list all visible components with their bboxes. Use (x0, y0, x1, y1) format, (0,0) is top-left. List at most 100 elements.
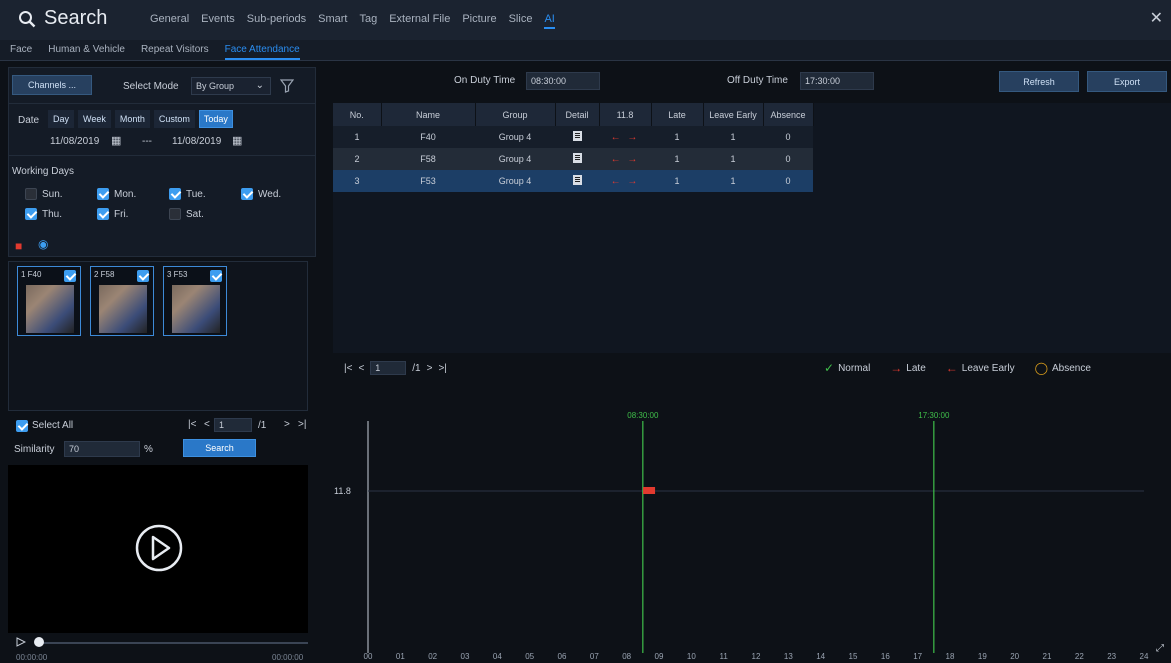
start-date[interactable]: 11/08/2019 (50, 136, 99, 147)
day-option-mon[interactable]: Mon. (97, 188, 136, 200)
subtab-face-attendance[interactable]: Face Attendance (224, 44, 300, 60)
cell-detail[interactable] (555, 148, 599, 170)
day-checkbox[interactable] (25, 208, 37, 220)
filter-icon[interactable] (280, 79, 294, 93)
date-tab-custom[interactable]: Custom (153, 110, 195, 128)
column-header[interactable]: Leave Early (703, 103, 764, 126)
tab-external-file[interactable]: External File (389, 13, 450, 29)
progress-bar[interactable] (38, 642, 308, 644)
play-small-icon[interactable] (16, 637, 26, 647)
date-tab-day[interactable]: Day (48, 110, 75, 128)
date-tab-week[interactable]: Week (78, 110, 111, 128)
select-all-checkbox[interactable] (16, 420, 28, 432)
search-button[interactable]: Search (183, 439, 256, 457)
page-input[interactable]: 1 (370, 361, 407, 375)
table-row[interactable]: 3 F53 Group 4 ← → 1 1 0 (333, 170, 813, 192)
export-button[interactable]: Export (1087, 71, 1167, 92)
last-page-icon[interactable]: >| (298, 419, 306, 430)
next-page-icon[interactable]: > (284, 419, 290, 430)
attendance-table: No. Name Group Detail 11.8 Late Leave Early Abs… (333, 103, 814, 192)
face-page-input[interactable]: 1 (214, 418, 252, 432)
day-checkbox[interactable] (25, 188, 37, 200)
day-option-wed[interactable]: Wed. (241, 188, 281, 200)
date-tab-today[interactable]: Today (198, 110, 233, 128)
next-page-icon[interactable]: > (427, 363, 433, 374)
subtab-human-vehicle[interactable]: Human & Vehicle (48, 44, 125, 60)
similarity-input[interactable]: 70 (64, 441, 140, 457)
column-header[interactable]: Detail (555, 103, 600, 126)
day-checkbox[interactable] (97, 188, 109, 200)
face-checkbox[interactable] (64, 270, 76, 282)
table-row[interactable]: 2 F58 Group 4 ← → 1 1 0 (333, 148, 813, 170)
cell-late: 1 (651, 126, 703, 148)
column-header[interactable]: 11.8 (599, 103, 652, 126)
circle-icon: ◯ (1034, 361, 1049, 375)
close-icon[interactable]: ✕ (1150, 8, 1163, 28)
day-option-fri[interactable]: Fri. (97, 208, 128, 220)
date-tab-month[interactable]: Month (114, 110, 150, 128)
refresh-button[interactable]: Refresh (999, 71, 1079, 92)
detail-icon[interactable] (572, 153, 582, 163)
first-page-icon[interactable]: |< (188, 419, 196, 430)
cell-detail[interactable] (555, 126, 599, 148)
target-icon[interactable]: ◉ (38, 237, 48, 251)
day-option-sun[interactable]: Sun. (25, 188, 63, 200)
play-icon[interactable] (134, 523, 184, 573)
calendar-icon[interactable]: ▦ (111, 134, 121, 147)
face-card[interactable]: 2 F58 (90, 266, 154, 336)
column-header[interactable]: No. (333, 103, 382, 126)
table-row[interactable]: 1 F40 Group 4 ← → 1 1 0 (333, 126, 813, 148)
prev-page-icon[interactable]: < (358, 363, 364, 374)
day-option-thu[interactable]: Thu. (25, 208, 62, 220)
delete-icon[interactable]: ■ (15, 239, 22, 253)
day-option-sat[interactable]: Sat. (169, 208, 204, 220)
tab-slice[interactable]: Slice (509, 13, 533, 29)
last-page-icon[interactable]: >| (438, 363, 446, 374)
legend-label: Leave Early (961, 362, 1015, 374)
cell-group: Group 4 (475, 170, 555, 192)
tab-events[interactable]: Events (201, 13, 235, 29)
cell-day-status: ← → (599, 148, 651, 170)
detail-icon[interactable] (572, 175, 582, 185)
channels-button[interactable]: Channels ... (12, 75, 92, 95)
tab-tag[interactable]: Tag (359, 13, 377, 29)
face-checkbox[interactable] (210, 270, 222, 282)
column-header[interactable]: Group (475, 103, 556, 126)
on-duty-input[interactable]: 08:30:00 (526, 72, 600, 90)
left-panel: Channels ... Select Mode By Group ⌄ Date… (8, 67, 316, 663)
column-header[interactable]: Late (651, 103, 704, 126)
column-header[interactable]: Name (381, 103, 476, 126)
select-mode-label: Select Mode (123, 81, 179, 92)
face-card[interactable]: 3 F53 (163, 266, 227, 336)
working-days-label: Working Days (12, 166, 75, 177)
video-player[interactable] (8, 465, 308, 633)
face-checkbox[interactable] (137, 270, 149, 282)
tab-general[interactable]: General (150, 13, 189, 29)
first-page-icon[interactable]: |< (344, 363, 352, 374)
prev-page-icon[interactable]: < (204, 419, 210, 430)
subtab-repeat-visitors[interactable]: Repeat Visitors (141, 44, 209, 60)
off-duty-input[interactable]: 17:30:00 (800, 72, 874, 90)
face-card[interactable]: 1 F40 (17, 266, 81, 336)
late-event-mark (643, 487, 656, 494)
day-checkbox[interactable] (97, 208, 109, 220)
cell-no: 2 (333, 148, 381, 170)
expand-icon[interactable]: ⤢ (1156, 643, 1164, 654)
select-mode-dropdown[interactable]: By Group ⌄ (191, 77, 271, 95)
tab-smart[interactable]: Smart (318, 13, 347, 29)
detail-icon[interactable] (572, 131, 582, 141)
column-header[interactable]: Absence (763, 103, 814, 126)
calendar-icon[interactable]: ▦ (232, 134, 242, 147)
day-checkbox[interactable] (169, 208, 181, 220)
tab-ai[interactable]: AI (544, 13, 555, 29)
progress-handle[interactable] (34, 637, 44, 647)
day-option-tue[interactable]: Tue. (169, 188, 206, 200)
tab-picture[interactable]: Picture (462, 13, 496, 29)
cell-group: Group 4 (475, 126, 555, 148)
cell-detail[interactable] (555, 170, 599, 192)
end-date[interactable]: 11/08/2019 (172, 136, 221, 147)
day-checkbox[interactable] (169, 188, 181, 200)
day-checkbox[interactable] (241, 188, 253, 200)
subtab-face[interactable]: Face (10, 44, 32, 60)
tab-sub-periods[interactable]: Sub-periods (247, 13, 306, 29)
